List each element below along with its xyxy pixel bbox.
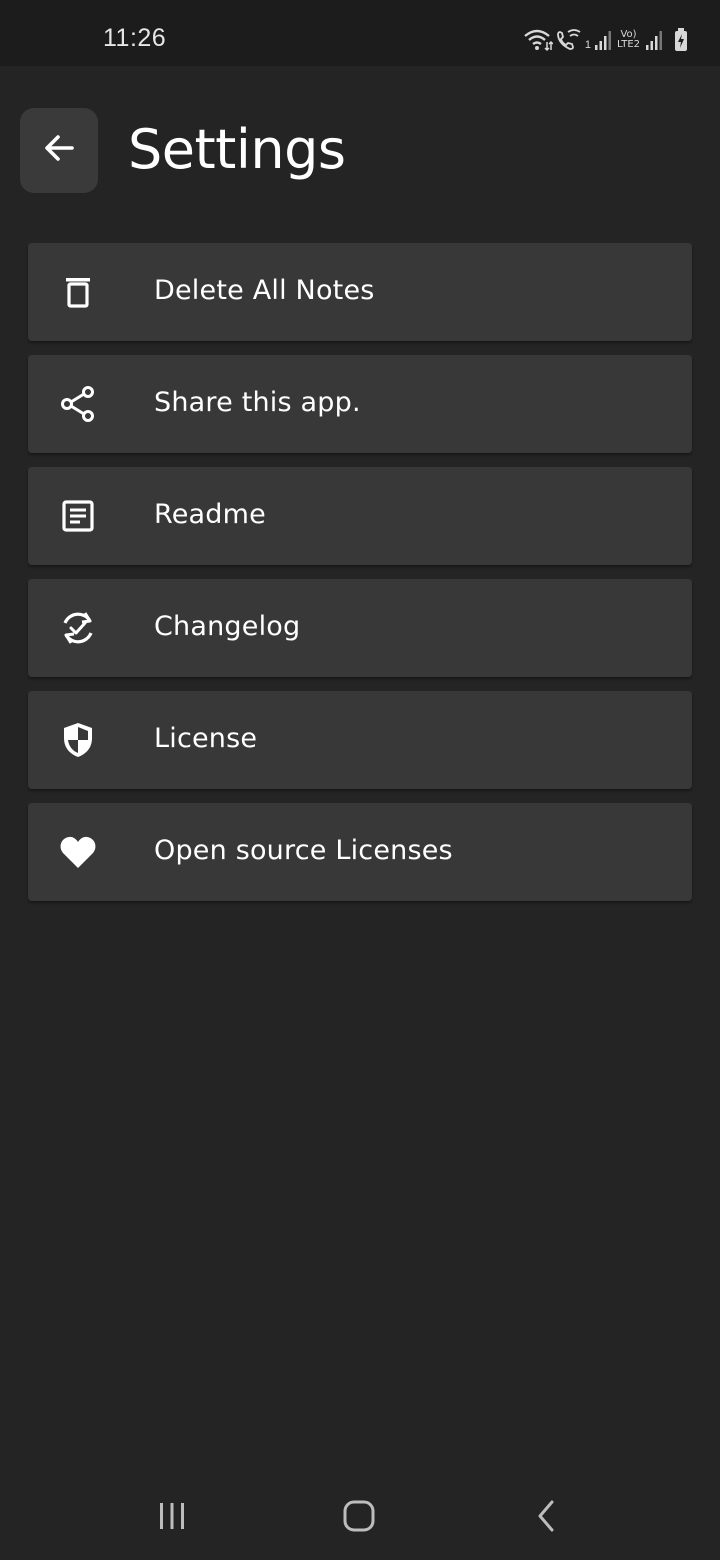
signal-strength-2-icon [645,29,663,51]
volte-bottom-label: LTE2 [617,39,640,50]
menu-item-share-app[interactable]: Share this app. [28,355,692,453]
menu-item-label: Delete All Notes [154,275,375,306]
back-button[interactable] [20,108,98,193]
menu-item-readme[interactable]: Readme [28,467,692,565]
trash-icon [56,270,100,314]
recents-button[interactable] [142,1494,202,1542]
recents-icon [157,1501,187,1536]
sim1-label: 1 [584,39,592,51]
wifi-icon [523,28,553,52]
menu-item-license[interactable]: License [28,691,692,789]
home-icon [342,1499,376,1538]
page-title: Settings [128,118,346,181]
status-icons: 1 Vo) LTE2 [523,26,688,54]
settings-menu: Delete All Notes Share this app. Readme [28,243,692,915]
document-icon [56,494,100,538]
menu-item-label: License [154,723,258,754]
menu-item-open-source-licenses[interactable]: Open source Licenses [28,803,692,901]
signal-strength-icon [594,29,612,51]
nav-back-button[interactable] [516,1494,576,1542]
app-header: Settings [0,66,720,226]
menu-item-label: Changelog [154,611,301,642]
battery-charging-icon [674,28,688,52]
status-time: 11:26 [103,24,167,52]
heart-icon [56,830,100,874]
system-navigation-bar [0,1476,720,1560]
menu-item-changelog[interactable]: Changelog [28,579,692,677]
shield-icon [56,718,100,762]
back-chevron-icon [534,1499,558,1538]
menu-item-label: Share this app. [154,387,361,418]
volte-indicator: Vo) LTE2 [617,30,640,50]
menu-item-delete-all-notes[interactable]: Delete All Notes [28,243,692,341]
home-button[interactable] [329,1494,389,1542]
menu-item-label: Readme [154,499,266,530]
sync-check-icon [56,606,100,650]
wifi-calling-icon [556,28,582,52]
status-bar: 11:26 1 Vo) LTE2 [0,0,720,66]
menu-item-label: Open source Licenses [154,835,453,866]
share-icon [56,382,100,426]
arrow-left-icon [42,133,76,168]
